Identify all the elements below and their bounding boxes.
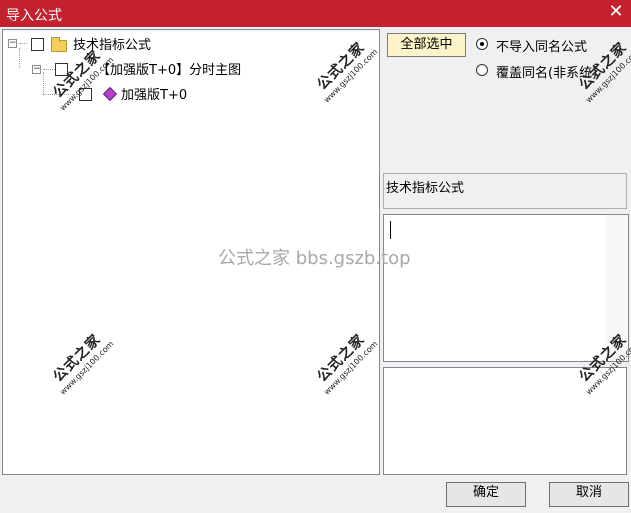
tree-checkbox-root[interactable] [31,38,44,51]
tree-connector [19,43,27,44]
title-bar: 导入公式 ✕ [0,0,631,27]
tree-checkbox-child[interactable] [55,63,68,76]
radio-skip-same-name-label[interactable]: 不导入同名公式 [496,36,587,55]
cancel-button[interactable]: 取消 [549,482,629,507]
select-all-button[interactable]: 全部选中 [387,33,466,57]
formula-description-field[interactable] [383,214,629,362]
tree-expander-root[interactable]: − [8,39,17,48]
formula-gem-icon [102,86,118,102]
tree-label-child[interactable]: 【加强版T+0】分时主图 [97,59,241,78]
text-caret [390,221,391,239]
close-icon[interactable]: ✕ [605,3,627,23]
radio-overwrite-same-name[interactable] [476,64,488,76]
import-formula-dialog: 导入公式 ✕ − 技术指标公式 − 【加强版T+0】分时主图 加强版T+0 全部… [0,0,631,513]
radio-skip-same-name[interactable] [476,38,488,50]
tree-connector [43,72,44,94]
tree-checkbox-leaf[interactable] [79,88,92,101]
description-scrollbar[interactable] [606,215,628,361]
formula-type-box: 技术指标公式 [383,173,627,209]
formula-type-label: 技术指标公式 [386,181,465,196]
formula-tree[interactable]: − 技术指标公式 − 【加强版T+0】分时主图 加强版T+0 [2,29,380,475]
window-title: 导入公式 [6,8,62,24]
tree-label-root[interactable]: 技术指标公式 [73,34,151,53]
tree-label-leaf[interactable]: 加强版T+0 [121,84,187,103]
folder-icon [51,37,67,52]
tree-connector [19,48,20,68]
tree-connector [43,94,81,95]
radio-overwrite-same-name-label[interactable]: 覆盖同名(非系统) [496,62,597,81]
formula-notes-field[interactable] [383,367,627,475]
ok-button[interactable]: 确定 [446,482,526,507]
tree-expander-child[interactable]: − [32,65,41,74]
